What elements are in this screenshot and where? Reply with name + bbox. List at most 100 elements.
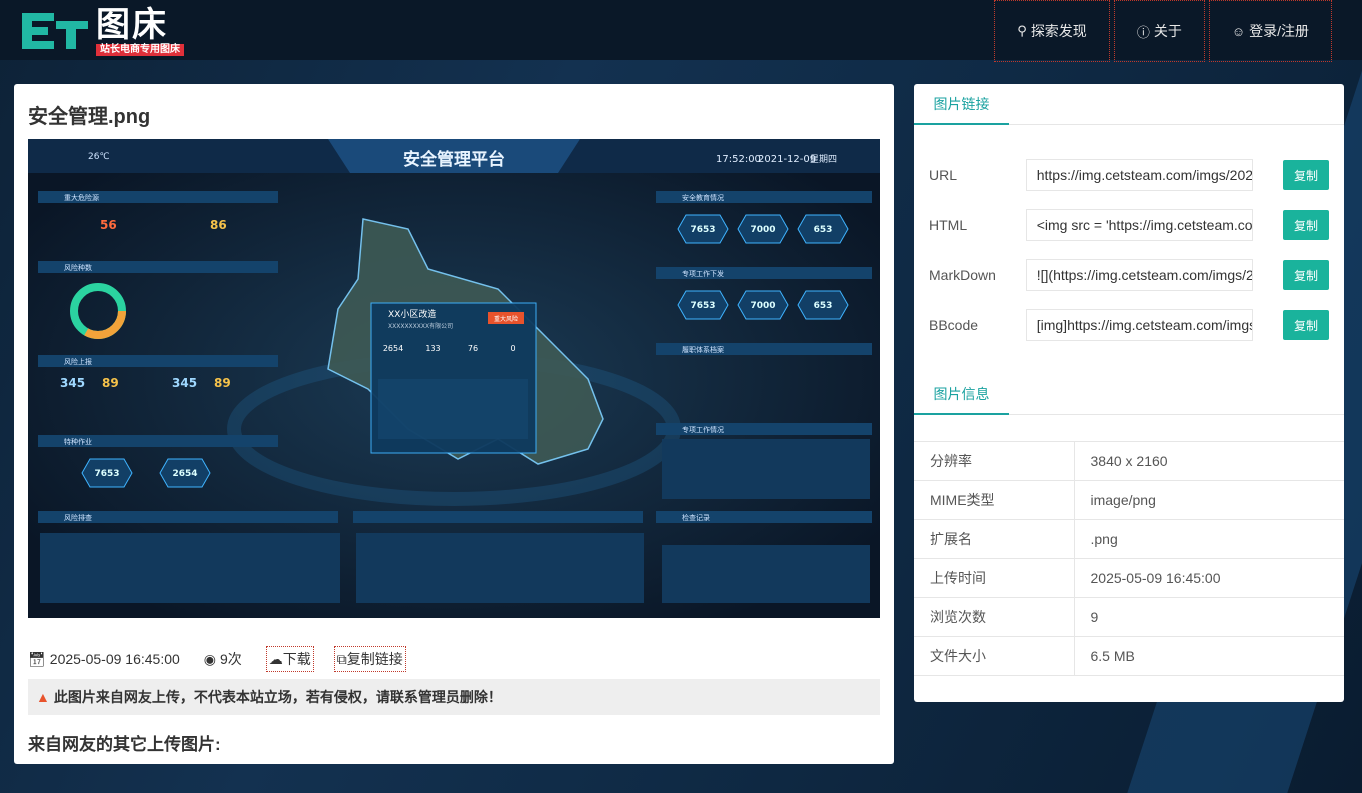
svg-text:7000: 7000	[750, 225, 775, 235]
svg-text:345: 345	[60, 376, 85, 390]
svg-text:7653: 7653	[690, 301, 715, 311]
dashboard-preview-image: 安全管理平台 26℃ 17:52:00 2021-12-09 星期四 XX小区改…	[28, 139, 880, 618]
view-count-value: 9次	[220, 651, 242, 667]
other-uploads-heading: 来自网友的其它上传图片:	[28, 735, 221, 754]
link-label: BBcode	[929, 317, 979, 333]
svg-text:特种作业: 特种作业	[64, 437, 92, 446]
image-info-table: 分辨率 3840 x 2160 MIME类型 image/png 扩展名 .png 上…	[914, 441, 1344, 676]
svg-text:风险上报: 风险上报	[64, 357, 92, 366]
copyright-warning: ▲ 此图片来自网友上传，不代表本站立场，若有侵权，请联系管理员删除！	[28, 679, 880, 715]
tab-image-links[interactable]: 图片链接	[914, 84, 1009, 125]
svg-text:2021-12-09: 2021-12-09	[758, 154, 816, 165]
logo-mark-icon	[22, 13, 88, 49]
info-tabbar: 图片信息	[914, 374, 1344, 415]
search-icon: ⚲	[1017, 23, 1027, 38]
copy-link-button[interactable]: ⧉ 复制链接	[333, 646, 406, 672]
bbcode-field[interactable]: [img]https://img.cetsteam.com/imgs	[1025, 309, 1254, 341]
svg-text:76: 76	[468, 344, 478, 353]
link-row-markdown: MarkDown ![](https://img.cetsteam.com/im…	[929, 259, 1329, 291]
svg-text:345: 345	[172, 376, 197, 390]
warning-icon: ▲	[36, 689, 50, 705]
image-preview[interactable]: 安全管理平台 26℃ 17:52:00 2021-12-09 星期四 XX小区改…	[28, 139, 880, 618]
svg-text:0: 0	[510, 344, 515, 353]
markdown-field[interactable]: ![](https://img.cetsteam.com/imgs/2	[1025, 259, 1254, 291]
link-row-url: URL https://img.cetsteam.com/imgs/202 复制	[929, 159, 1329, 191]
html-field[interactable]: <img src = 'https://img.cetsteam.co	[1025, 209, 1254, 241]
svg-text:履职体系档案: 履职体系档案	[682, 345, 724, 354]
link-label: URL	[929, 167, 958, 183]
svg-text:26℃: 26℃	[88, 152, 110, 162]
user-icon: ☺	[1231, 23, 1246, 39]
links-tabbar: 图片链接	[914, 84, 1344, 125]
svg-text:XX小区改造: XX小区改造	[388, 308, 436, 320]
svg-text:89: 89	[214, 376, 231, 390]
info-value: 6.5 MB	[1074, 636, 1344, 676]
link-row-bbcode: BBcode [img]https://img.cetsteam.com/img…	[929, 309, 1329, 341]
svg-text:风险种数: 风险种数	[64, 263, 92, 272]
copy-html-button[interactable]: 复制	[1283, 210, 1329, 240]
info-value: .png	[1074, 519, 1344, 559]
copy-markdown-button[interactable]: 复制	[1283, 260, 1329, 290]
table-row: MIME类型 image/png	[914, 480, 1344, 520]
info-value: image/png	[1074, 480, 1344, 520]
svg-text:专项工作情况: 专项工作情况	[682, 425, 724, 434]
svg-text:星期四: 星期四	[810, 154, 837, 165]
upload-time-value: 2025-05-09 16:45:00	[49, 651, 180, 667]
svg-text:2654: 2654	[172, 469, 197, 479]
cloud-download-icon: ☁	[268, 650, 283, 667]
svg-text:7653: 7653	[690, 225, 715, 235]
nav-about-label: 关于	[1153, 23, 1182, 39]
svg-text:17:52:00: 17:52:00	[716, 154, 761, 165]
nav-explore[interactable]: ⚲ 探索发现	[994, 0, 1110, 62]
warning-text: 此图片来自网友上传，不代表本站立场，若有侵权，请联系管理员删除！	[53, 689, 502, 705]
link-label: HTML	[929, 217, 968, 233]
svg-text:7000: 7000	[750, 301, 775, 311]
link-row-html: HTML <img src = 'https://img.cetsteam.co…	[929, 209, 1329, 241]
info-key: 上传时间	[914, 558, 1075, 598]
url-field[interactable]: https://img.cetsteam.com/imgs/202	[1025, 159, 1254, 191]
svg-text:133: 133	[425, 344, 440, 353]
logo-subtitle: 站长电商专用图床	[96, 44, 184, 56]
table-row: 扩展名 .png	[914, 519, 1344, 559]
svg-text:安全管理平台: 安全管理平台	[403, 149, 505, 170]
nav-login-label: 登录/注册	[1249, 23, 1309, 39]
table-row: 浏览次数 9	[914, 597, 1344, 637]
svg-text:56: 56	[100, 218, 117, 232]
table-row: 上传时间 2025-05-09 16:45:00	[914, 558, 1344, 598]
info-key: MIME类型	[914, 480, 1075, 520]
info-key: 分辨率	[914, 441, 1075, 481]
info-value: 9	[1074, 597, 1344, 637]
svg-text:检查记录: 检查记录	[682, 513, 710, 522]
svg-text:7653: 7653	[94, 469, 119, 479]
image-title: 安全管理.png	[28, 106, 151, 128]
svg-text:86: 86	[210, 218, 227, 232]
svg-text:2654: 2654	[383, 344, 403, 353]
svg-text:653: 653	[814, 225, 833, 235]
image-detail-panel: 安全管理.png 安全管理平台 26℃ 17:52:00 2021-12-09 …	[14, 84, 894, 764]
svg-text:专项工作下发: 专项工作下发	[682, 269, 724, 278]
link-label: MarkDown	[929, 267, 996, 283]
nav-about[interactable]: ⓘ 关于	[1113, 0, 1205, 62]
info-value: 2025-05-09 16:45:00	[1074, 558, 1344, 598]
nav-explore-label: 探索发现	[1030, 23, 1087, 39]
image-links-panel: 图片链接 URL https://img.cetsteam.com/imgs/2…	[914, 84, 1344, 702]
top-navbar: 图床 站长电商专用图床 ⚲ 探索发现 ⓘ 关于 ☺ 登录/注册	[0, 0, 1362, 62]
logo-title: 图床	[96, 5, 168, 45]
svg-text:653: 653	[814, 301, 833, 311]
svg-text:风险排查: 风险排查	[64, 513, 92, 522]
tab-image-info[interactable]: 图片信息	[914, 374, 1009, 415]
table-row: 文件大小 6.5 MB	[914, 636, 1344, 676]
info-key: 浏览次数	[914, 597, 1075, 637]
table-row: 分辨率 3840 x 2160	[914, 441, 1344, 481]
download-button[interactable]: ☁ 下载	[265, 646, 314, 672]
nav-login[interactable]: ☺ 登录/注册	[1208, 0, 1332, 62]
svg-text:重大风险: 重大风险	[494, 315, 518, 323]
svg-text:89: 89	[102, 376, 119, 390]
info-key: 扩展名	[914, 519, 1075, 559]
image-meta-bar: 📅︎ 2025-05-09 16:45:00 ◉ 9次 ☁ 下载 ⧉ 复制链接	[28, 646, 426, 672]
copy-bbcode-button[interactable]: 复制	[1283, 310, 1329, 340]
top-nav: ⚲ 探索发现 ⓘ 关于 ☺ 登录/注册	[990, 0, 1332, 62]
info-value: 3840 x 2160	[1074, 441, 1344, 481]
site-logo[interactable]: 图床 站长电商专用图床	[18, 6, 184, 56]
copy-url-button[interactable]: 复制	[1283, 160, 1329, 190]
